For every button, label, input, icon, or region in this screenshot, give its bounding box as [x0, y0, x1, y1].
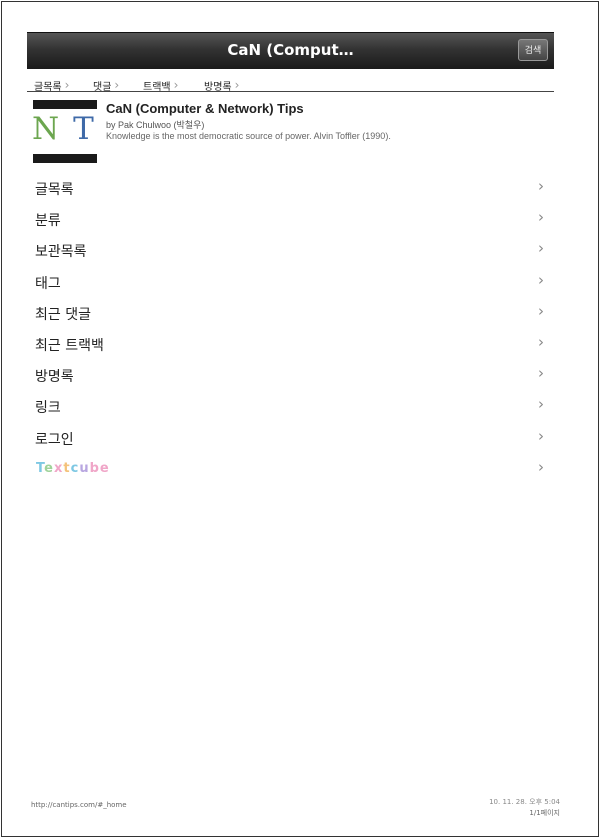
menu-item-label: 링크	[35, 400, 61, 417]
chevron-right-icon: ›	[538, 364, 544, 383]
chevron-right-icon: ›	[234, 78, 240, 92]
menu-item-label: 보관목록	[35, 244, 87, 261]
chevron-right-icon: ›	[114, 78, 120, 92]
chevron-right-icon: ›	[538, 270, 544, 289]
menu-item-label: 최근 트랙백	[35, 337, 104, 354]
app-title: CaN (Comput…	[227, 41, 354, 59]
footer-datetime: 10. 11. 28. 오후 5:04	[489, 798, 560, 806]
breadcrumb-label: 방명록	[204, 82, 232, 93]
menu-item-categories[interactable]: 분류 ›	[27, 203, 554, 234]
menu-item-guestbook[interactable]: 방명록 ›	[27, 359, 554, 390]
chevron-right-icon: ›	[538, 177, 544, 195]
redaction-bar	[33, 100, 97, 109]
breadcrumb-label: 트랙백	[143, 82, 171, 93]
textcube-letter: T	[36, 460, 45, 476]
breadcrumb-label: 댓글	[93, 82, 112, 93]
chevron-right-icon: ›	[538, 301, 544, 320]
textcube-logo: Textcube	[36, 461, 110, 476]
footer-url: http://cantips.com/#_home	[31, 801, 127, 809]
menu-item-label: 글목록	[35, 182, 74, 198]
menu-item-tags[interactable]: 태그 ›	[27, 266, 554, 297]
textcube-letter: b	[89, 460, 100, 476]
chevron-right-icon: ›	[538, 239, 544, 258]
chevron-right-icon: ›	[173, 78, 179, 92]
title-bar: CaN (Comput… 검색	[27, 32, 554, 69]
menu-item-label: 최근 댓글	[35, 306, 91, 323]
blog-title[interactable]: CaN (Computer & Network) Tips	[106, 101, 304, 116]
search-button[interactable]: 검색	[518, 39, 548, 61]
breadcrumb-item-trackbacks[interactable]: 트랙백 ›	[143, 78, 178, 93]
blog-description: Knowledge is the most democratic source …	[106, 131, 391, 141]
textcube-letter: u	[79, 460, 90, 476]
chevron-right-icon: ›	[538, 208, 544, 227]
blog-author: by Pak Chulwoo (박철우)	[106, 120, 205, 130]
main-menu: 글목록 › 분류 › 보관목록 › 태그 › 최근 댓글 › 최근 트랙백 › …	[27, 172, 554, 484]
chevron-right-icon: ›	[538, 395, 544, 414]
menu-item-posts[interactable]: 글목록 ›	[27, 172, 554, 203]
chevron-right-icon: ›	[538, 426, 544, 445]
redaction-bar	[33, 154, 97, 163]
footer-page-number: 1/1페이지	[529, 809, 560, 817]
menu-item-textcube[interactable]: Textcube ›	[27, 453, 554, 484]
chevron-right-icon: ›	[64, 78, 70, 92]
textcube-letter: x	[53, 460, 64, 476]
menu-item-label: 태그	[35, 275, 61, 292]
breadcrumb-item-comments[interactable]: 댓글 ›	[93, 78, 119, 93]
chevron-right-icon: ›	[538, 457, 544, 476]
textcube-letter: c	[70, 460, 80, 476]
blog-logo: NT	[32, 114, 94, 145]
menu-item-label: 분류	[35, 213, 61, 230]
textcube-letter: e	[99, 460, 110, 476]
chevron-right-icon: ›	[538, 332, 544, 351]
menu-item-login[interactable]: 로그인 ›	[27, 422, 554, 453]
menu-item-links[interactable]: 링크 ›	[27, 390, 554, 421]
breadcrumb-label: 글목록	[34, 82, 62, 93]
breadcrumb-item-posts[interactable]: 글목록 ›	[34, 78, 69, 93]
menu-item-archive[interactable]: 보관목록 ›	[27, 234, 554, 265]
menu-item-label: 방명록	[35, 369, 74, 386]
menu-item-recent-trackbacks[interactable]: 최근 트랙백 ›	[27, 328, 554, 359]
breadcrumb-item-guestbook[interactable]: 방명록 ›	[204, 78, 239, 93]
textcube-letter: e	[44, 460, 54, 476]
menu-item-label: 로그인	[35, 431, 74, 448]
textcube-letter: t	[63, 460, 71, 476]
breadcrumb: 글목록 › 댓글 › 트랙백 › 방명록 ›	[27, 78, 554, 93]
logo-letter-n: N	[32, 111, 60, 147]
logo-letter-t: T	[73, 111, 94, 147]
menu-item-recent-comments[interactable]: 최근 댓글 ›	[27, 297, 554, 328]
